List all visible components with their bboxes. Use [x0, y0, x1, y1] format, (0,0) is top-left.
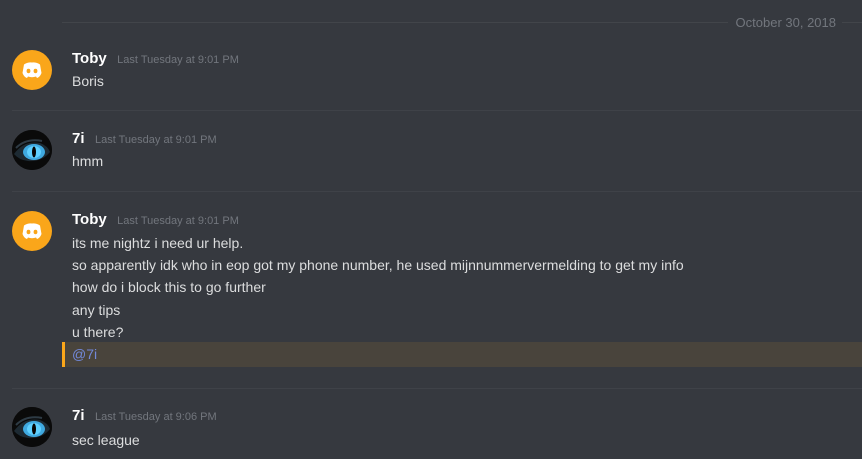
avatar[interactable] — [12, 130, 52, 170]
mention-highlight: @7i — [62, 342, 862, 367]
message-separator — [12, 191, 862, 192]
discord-logo-icon — [22, 223, 42, 239]
message-text: sec league — [72, 432, 140, 448]
message-text: any tips — [72, 302, 121, 318]
message-text: Boris — [72, 73, 104, 89]
message-header: Toby Last Tuesday at 9:01 PM — [72, 50, 239, 70]
message-separator — [12, 110, 862, 111]
message-text: its me nightz i need ur help. — [72, 235, 244, 251]
message-text: hmm — [72, 153, 104, 169]
message-text: u there? — [72, 324, 124, 340]
timestamp[interactable]: Last Tuesday at 9:06 PM — [95, 411, 217, 423]
username[interactable]: 7i — [72, 407, 85, 424]
message-header: 7i Last Tuesday at 9:01 PM — [72, 130, 217, 150]
message-header: Toby Last Tuesday at 9:01 PM — [72, 211, 239, 231]
blue-eye-avatar-icon — [12, 407, 52, 447]
avatar[interactable] — [12, 407, 52, 447]
message-separator — [12, 388, 862, 389]
timestamp[interactable]: Last Tuesday at 9:01 PM — [95, 134, 217, 146]
timestamp[interactable]: Last Tuesday at 9:01 PM — [117, 215, 239, 227]
message-text: so apparently idk who in eop got my phon… — [72, 257, 684, 273]
username[interactable]: Toby — [72, 211, 107, 228]
blue-eye-avatar-icon — [12, 130, 52, 170]
avatar[interactable] — [12, 50, 52, 90]
username[interactable]: Toby — [72, 50, 107, 67]
timestamp[interactable]: Last Tuesday at 9:01 PM — [117, 54, 239, 66]
user-mention[interactable]: @7i — [72, 345, 97, 363]
message-text: how do i block this to go further — [72, 279, 266, 295]
message-header: 7i Last Tuesday at 9:06 PM — [72, 407, 217, 427]
username[interactable]: 7i — [72, 130, 85, 147]
avatar[interactable] — [12, 211, 52, 251]
date-divider-label: October 30, 2018 — [727, 15, 842, 30]
discord-logo-icon — [22, 62, 42, 78]
